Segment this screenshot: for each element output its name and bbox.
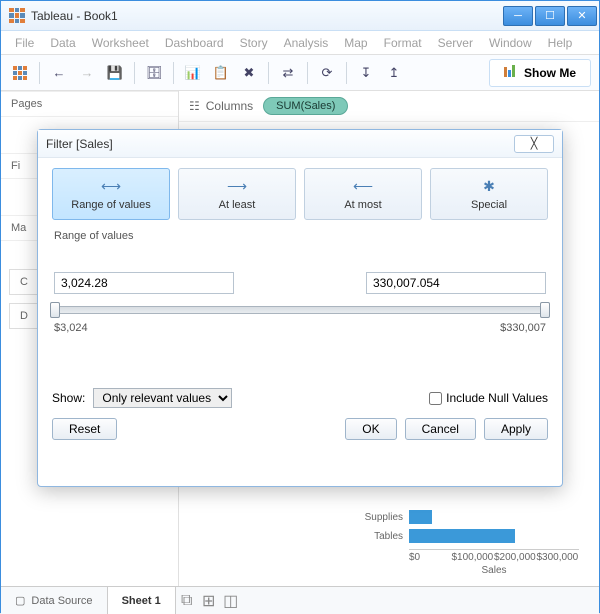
range-min-label: $3,024 <box>54 322 88 334</box>
clear-icon[interactable]: ✖ <box>238 62 260 84</box>
special-icon: ✱ <box>483 178 495 195</box>
apply-button[interactable]: Apply <box>484 418 548 440</box>
bar-label: Supplies <box>349 512 409 523</box>
filter-mode-tabs: ⟷ Range of values ⟶ At least ⟵ At most ✱… <box>52 168 548 220</box>
menu-worksheet[interactable]: Worksheet <box>86 34 155 52</box>
tableau-logo-icon <box>9 8 25 24</box>
chart: Supplies Tables $0 $100,000 $200,000 $30… <box>179 497 599 586</box>
show-me-label: Show Me <box>524 66 576 80</box>
new-story-icon[interactable]: ◫ <box>220 587 242 614</box>
show-me-icon <box>504 65 516 80</box>
columns-icon: ☷ <box>189 99 200 113</box>
table-row: Tables <box>349 527 579 545</box>
include-null-checkbox[interactable]: Include Null Values <box>429 391 548 405</box>
tableau-start-icon[interactable] <box>9 62 31 84</box>
swap-icon[interactable]: ⇄ <box>277 62 299 84</box>
save-icon[interactable]: 💾 <box>104 62 126 84</box>
reset-button[interactable]: Reset <box>52 418 117 440</box>
status-bar: ▢ Data Source Sheet 1 ⧉ ⊞ ◫ <box>1 586 599 614</box>
back-icon[interactable]: ← <box>48 62 70 84</box>
bar-label: Tables <box>349 531 409 542</box>
filter-dialog: Filter [Sales] ╳ ⟷ Range of values ⟶ At … <box>37 129 563 487</box>
pages-shelf[interactable]: Pages <box>1 91 178 117</box>
close-button[interactable]: ✕ <box>567 6 597 26</box>
menu-bar: File Data Worksheet Dashboard Story Anal… <box>1 31 599 55</box>
tab-special[interactable]: ✱ Special <box>430 168 548 220</box>
menu-server[interactable]: Server <box>432 34 479 52</box>
range-slider[interactable] <box>54 302 546 318</box>
sort-desc-icon[interactable]: ↥ <box>383 62 405 84</box>
range-max-label: $330,007 <box>500 322 546 334</box>
marks-d[interactable]: D <box>9 303 39 329</box>
slider-handle-low[interactable] <box>50 302 60 318</box>
refresh-icon[interactable]: ⟳ <box>316 62 338 84</box>
app-window: Tableau - Book1 ─ ☐ ✕ File Data Workshee… <box>0 0 600 613</box>
sort-asc-icon[interactable]: ↧ <box>355 62 377 84</box>
new-dashboard-icon[interactable]: ⊞ <box>198 587 220 614</box>
bar[interactable] <box>409 529 515 543</box>
menu-format[interactable]: Format <box>378 34 428 52</box>
show-me-button[interactable]: Show Me <box>489 59 591 87</box>
range-icon: ⟷ <box>101 178 121 195</box>
menu-analysis[interactable]: Analysis <box>278 34 335 52</box>
columns-label: ☷ Columns <box>189 99 253 113</box>
ok-button[interactable]: OK <box>345 418 396 440</box>
minimize-button[interactable]: ─ <box>503 6 533 26</box>
new-sheet-icon[interactable]: 📊 <box>182 62 204 84</box>
data-source-icon[interactable]: 🗄 <box>143 62 165 84</box>
dialog-title: Filter [Sales] <box>46 137 113 151</box>
range-high-input[interactable] <box>366 272 546 294</box>
tab-at-least[interactable]: ⟶ At least <box>178 168 296 220</box>
filter-subheading: Range of values <box>54 230 548 242</box>
range-low-input[interactable] <box>54 272 234 294</box>
menu-help[interactable]: Help <box>542 34 579 52</box>
menu-window[interactable]: Window <box>483 34 538 52</box>
at-least-icon: ⟶ <box>227 178 247 195</box>
pill-sum-sales[interactable]: SUM(Sales) <box>263 97 348 115</box>
include-null-input[interactable] <box>429 392 442 405</box>
tab-at-most[interactable]: ⟵ At most <box>304 168 422 220</box>
x-axis-label: Sales <box>409 565 579 576</box>
window-title: Tableau - Book1 <box>31 9 503 23</box>
sheet-tab[interactable]: Sheet 1 <box>108 587 176 614</box>
tab-range-of-values[interactable]: ⟷ Range of values <box>52 168 170 220</box>
forward-icon[interactable]: → <box>76 62 98 84</box>
table-row: Supplies <box>349 508 579 526</box>
columns-shelf[interactable]: ☷ Columns SUM(Sales) <box>179 91 599 122</box>
toolbar: ← → 💾 🗄 📊 📋 ✖ ⇄ ⟳ ↧ ↥ Show Me <box>1 55 599 91</box>
new-worksheet-icon[interactable]: ⧉ <box>176 587 198 614</box>
slider-track <box>54 306 546 314</box>
menu-file[interactable]: File <box>9 34 40 52</box>
data-source-icon: ▢ <box>15 594 25 607</box>
menu-map[interactable]: Map <box>338 34 373 52</box>
menu-dashboard[interactable]: Dashboard <box>159 34 230 52</box>
cancel-button[interactable]: Cancel <box>405 418 476 440</box>
dialog-title-bar[interactable]: Filter [Sales] ╳ <box>38 130 562 158</box>
dialog-close-button[interactable]: ╳ <box>514 135 554 153</box>
maximize-button[interactable]: ☐ <box>535 6 565 26</box>
data-source-tab[interactable]: ▢ Data Source <box>1 587 108 614</box>
x-axis: $0 $100,000 $200,000 $300,000 <box>409 549 579 563</box>
show-label: Show: <box>52 391 85 405</box>
show-dropdown[interactable]: Only relevant values <box>93 388 232 408</box>
bar[interactable] <box>409 510 432 524</box>
marks-c[interactable]: C <box>9 269 39 295</box>
menu-data[interactable]: Data <box>44 34 81 52</box>
at-most-icon: ⟵ <box>353 178 373 195</box>
slider-handle-high[interactable] <box>540 302 550 318</box>
title-bar: Tableau - Book1 ─ ☐ ✕ <box>1 1 599 31</box>
menu-story[interactable]: Story <box>234 34 274 52</box>
duplicate-icon[interactable]: 📋 <box>210 62 232 84</box>
